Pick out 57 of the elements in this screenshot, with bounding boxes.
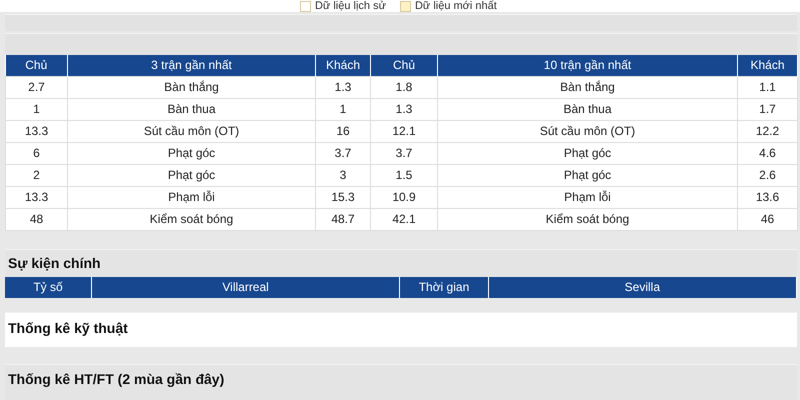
table-cell: Kiểm soát bóng (438, 208, 738, 230)
table-cell: Bàn thắng (438, 76, 738, 98)
column-header: Sevilla (488, 276, 796, 298)
section-title: Thống kê kỹ thuật (7, 318, 129, 338)
table-cell: Bàn thắng (68, 76, 316, 98)
table-cell: Bàn thua (438, 98, 738, 120)
table-cell: 1.3 (370, 98, 438, 120)
table-cell: 2.7 (6, 76, 68, 98)
table-cell: Phạm lỗi (438, 186, 738, 208)
table-cell: 1 (316, 98, 370, 120)
column-header: Villarreal (91, 276, 400, 298)
table-cell: 12.2 (738, 120, 798, 142)
table-cell: 1.3 (316, 76, 370, 98)
legend-label: Dữ liệu mới nhất (414, 0, 497, 12)
table-cell: 13.3 (6, 120, 68, 142)
column-header: 3 trận gần nhất (68, 54, 316, 76)
column-header: Chủ (370, 54, 438, 76)
table-cell: 1 (6, 98, 68, 120)
table-cell: 3 (316, 164, 370, 186)
legend-label: Dữ liệu lịch sử (315, 0, 386, 12)
table-cell: 1.1 (738, 76, 798, 98)
table-cell: Phạt góc (438, 164, 738, 186)
table-cell: 1.7 (738, 98, 798, 120)
column-header: Khách (738, 54, 798, 76)
table-cell: 3.7 (316, 142, 370, 164)
table-cell: 48 (6, 208, 68, 230)
table-cell: 16 (316, 120, 370, 142)
table-cell: Kiểm soát bóng (68, 208, 316, 230)
column-header: Tỷ số (5, 276, 92, 298)
table-cell: 6 (6, 142, 68, 164)
table-cell: 10.9 (370, 186, 438, 208)
table-cell: 2 (6, 164, 68, 186)
column-header: 10 trận gần nhất (438, 54, 738, 76)
table-cell: 3.7 (370, 142, 438, 164)
column-header: Thời gian (400, 276, 488, 298)
table-cell: 1.5 (370, 164, 438, 186)
table-cell: Phạm lỗi (68, 186, 316, 208)
table-cell: 4.6 (738, 142, 798, 164)
table-cell: 46 (738, 208, 798, 230)
table-cell: Bàn thua (68, 98, 316, 120)
table-cell: 15.3 (316, 186, 370, 208)
table-cell: 13.6 (738, 186, 798, 208)
table-cell: Phạt góc (68, 142, 316, 164)
column-header: Khách (316, 54, 370, 76)
table-cell: 1.8 (370, 76, 438, 98)
section-title: Sự kiện chính (7, 254, 102, 273)
table-cell: 13.3 (6, 186, 68, 208)
table-cell: 42.1 (370, 208, 438, 230)
table-cell: Phạt góc (438, 142, 738, 164)
table-cell: 48.7 (316, 208, 370, 230)
column-header: Chủ (6, 54, 68, 76)
table-cell: 12.1 (370, 120, 438, 142)
table-cell: 2.6 (738, 164, 798, 186)
table-cell: Sút cầu môn (OT) (438, 120, 738, 142)
section-title: Thống kê HT/FT (2 mùa gần đây) (7, 370, 226, 390)
table-cell: Sút cầu môn (OT) (68, 120, 316, 142)
table-cell: Phạt góc (68, 164, 316, 186)
